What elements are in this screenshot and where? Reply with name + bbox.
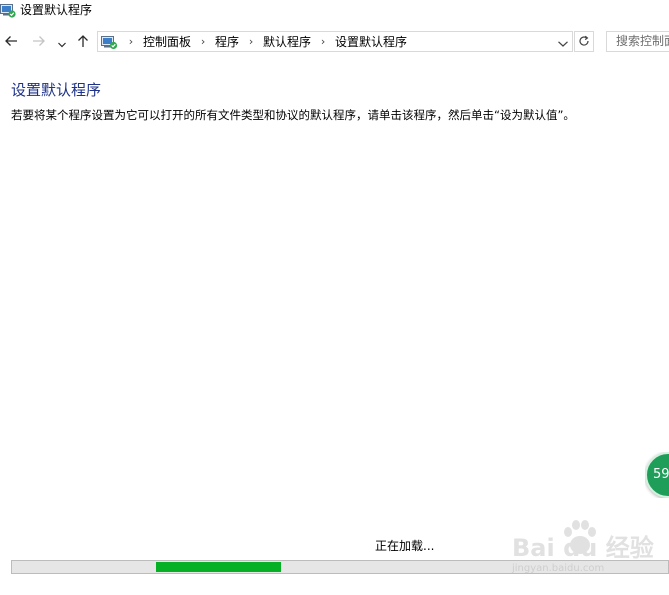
breadcrumb: › 控制面板 › 程序 › 默认程序 › 设置默认程序 (122, 32, 410, 51)
watermark-url: jingyan.baidu.com (512, 563, 605, 574)
breadcrumb-set-default-programs[interactable]: 设置默认程序 (332, 33, 410, 50)
floating-badge[interactable]: 59 (645, 452, 669, 498)
progress-fill (156, 562, 281, 572)
forward-button[interactable] (30, 32, 48, 52)
search-placeholder: 搜索控制面板 (616, 34, 669, 48)
back-button[interactable] (2, 32, 20, 52)
control-panel-icon (100, 33, 118, 50)
refresh-button[interactable] (574, 31, 594, 52)
breadcrumb-default-programs[interactable]: 默认程序 (260, 33, 314, 50)
chevron-right-icon[interactable]: › (196, 35, 210, 48)
loading-text: 正在加载... (375, 539, 435, 553)
chevron-down-icon (558, 32, 568, 51)
window-title: 设置默认程序 (20, 3, 93, 17)
recent-locations-button[interactable] (56, 32, 68, 52)
navigation-bar: › 控制面板 › 程序 › 默认程序 › 设置默认程序 搜索控制面板 (0, 28, 669, 56)
watermark: Bai du 经验 jingyan.baidu.com (512, 520, 662, 580)
chevron-right-icon[interactable]: › (316, 35, 330, 48)
chevron-right-icon[interactable]: › (124, 35, 138, 48)
up-button[interactable] (74, 32, 92, 52)
refresh-icon (578, 32, 590, 51)
arrow-left-icon (4, 33, 18, 52)
control-panel-icon (0, 2, 16, 18)
arrow-right-icon (32, 33, 46, 52)
breadcrumb-programs[interactable]: 程序 (212, 33, 242, 50)
address-dropdown-button[interactable] (556, 32, 570, 51)
arrow-up-icon (76, 33, 90, 52)
watermark-brand: Bai du 经验 (512, 534, 654, 562)
page-title: 设置默认程序 (11, 81, 102, 99)
badge-value: 59 (653, 467, 669, 482)
chevron-down-icon (58, 33, 66, 52)
search-input[interactable]: 搜索控制面板 (606, 31, 669, 52)
address-bar[interactable]: › 控制面板 › 程序 › 默认程序 › 设置默认程序 (97, 31, 573, 52)
page-description: 若要将某个程序设置为它可以打开的所有文件类型和协议的默认程序，请单击该程序，然后… (11, 108, 575, 122)
breadcrumb-control-panel[interactable]: 控制面板 (140, 33, 194, 50)
chevron-right-icon[interactable]: › (244, 35, 258, 48)
title-bar: 设置默认程序 (0, 0, 669, 22)
